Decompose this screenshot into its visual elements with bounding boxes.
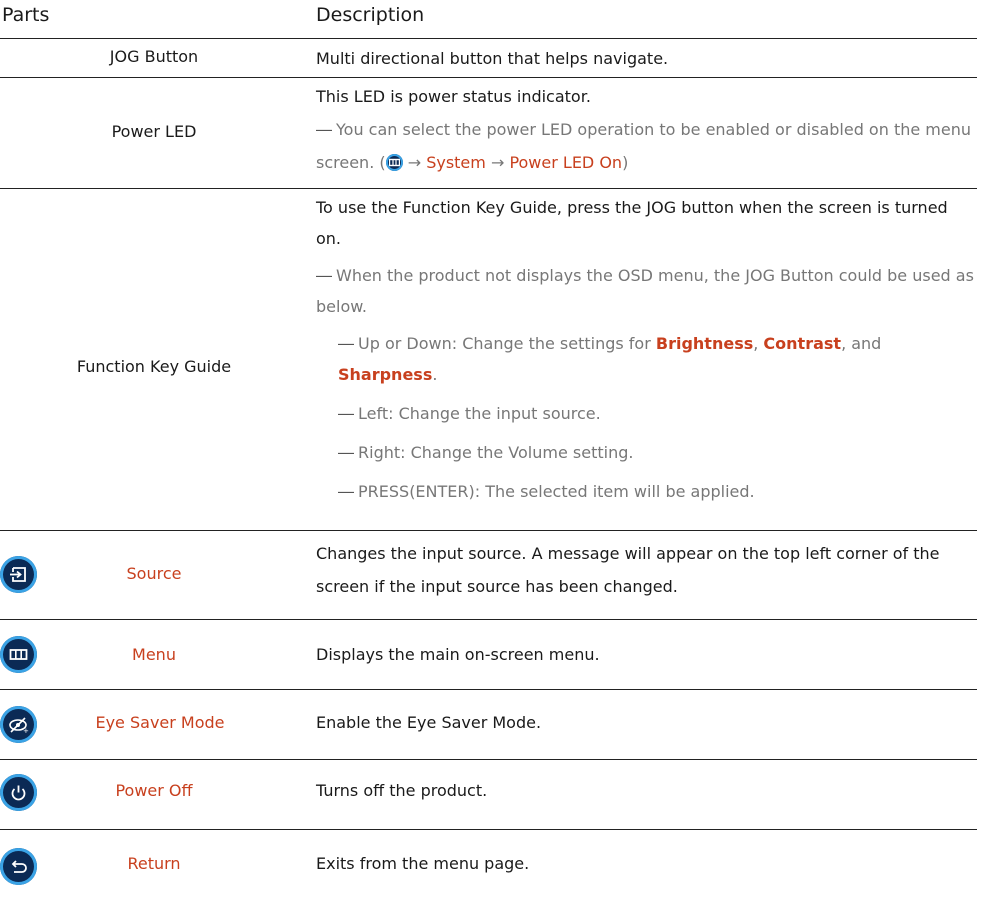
- part-menu: Menu: [132, 645, 176, 664]
- desc-menu: Displays the main on-screen menu.: [316, 645, 600, 664]
- desc-function-key-guide: To use the Function Key Guide, press the…: [316, 192, 976, 507]
- description-column-header: Description: [316, 4, 425, 26]
- desc-return: Exits from the menu page.: [316, 854, 530, 873]
- part-return: Return: [127, 854, 181, 873]
- part-eye-saver-mode: Eye Saver Mode: [95, 713, 225, 732]
- desc-power-off: Turns off the product.: [316, 781, 488, 800]
- function-key-note-press: ― PRESS(ENTER): The selected item will be…: [338, 482, 755, 501]
- contrast-setting: Contrast: [763, 334, 842, 353]
- part-power-led: Power LED: [111, 122, 197, 141]
- note-dash: ―: [316, 120, 332, 139]
- part-power-off: Power Off: [115, 781, 193, 800]
- table-row: Source Changes the input source. A messa…: [0, 531, 977, 619]
- power-led-status-text: This LED is power status indicator.: [316, 87, 591, 106]
- part-source: Source: [126, 564, 182, 583]
- close-paren: ): [622, 153, 629, 172]
- brightness-setting: Brightness: [655, 334, 754, 353]
- system-menu-link: System: [426, 153, 486, 172]
- desc-power-led: This LED is power status indicator. ― You…: [316, 80, 976, 179]
- desc-jog-button: Multi directional button that helps navi…: [316, 49, 669, 68]
- table-row: Function Key Guide To use the Function K…: [0, 189, 977, 530]
- table-row: Return Exits from the menu page.: [0, 830, 977, 900]
- table-row: JOG Button Multi directional button that…: [0, 39, 977, 77]
- function-key-note-left: ― Left: Change the input source.: [338, 404, 601, 423]
- desc-eye-saver-mode: Enable the Eye Saver Mode.: [316, 713, 542, 732]
- parts-column-header: Parts: [2, 4, 50, 26]
- function-key-note-right: ― Right: Change the Volume setting.: [338, 443, 634, 462]
- arrow-1: →: [402, 153, 427, 172]
- power-led-note: ― You can select the power LED operation …: [316, 113, 976, 179]
- menu-icon: [385, 154, 403, 171]
- function-key-note-1: ― When the product not displays the OSD m…: [316, 266, 974, 316]
- desc-source: Changes the input source. A message will…: [316, 544, 940, 596]
- table-row: Power LED This LED is power status indic…: [0, 78, 977, 188]
- part-function-key-guide: Function Key Guide: [76, 357, 232, 376]
- sharpness-setting: Sharpness: [338, 365, 433, 384]
- table-row: Menu Displays the main on-screen menu.: [0, 620, 977, 689]
- arrow-2: →: [485, 153, 510, 172]
- part-jog-button: JOG Button: [109, 47, 199, 66]
- table-row: Power Off Turns off the product.: [0, 760, 977, 829]
- function-key-intro: To use the Function Key Guide, press the…: [316, 198, 948, 248]
- function-key-note-up-down: ― Up or Down: Change the settings for Bri…: [338, 334, 882, 384]
- table-header: Parts Description: [0, 0, 977, 38]
- power-led-on-menu-link: Power LED On: [509, 153, 623, 172]
- table-row: + Eye Saver Mode Enable the Eye Saver Mo…: [0, 690, 977, 759]
